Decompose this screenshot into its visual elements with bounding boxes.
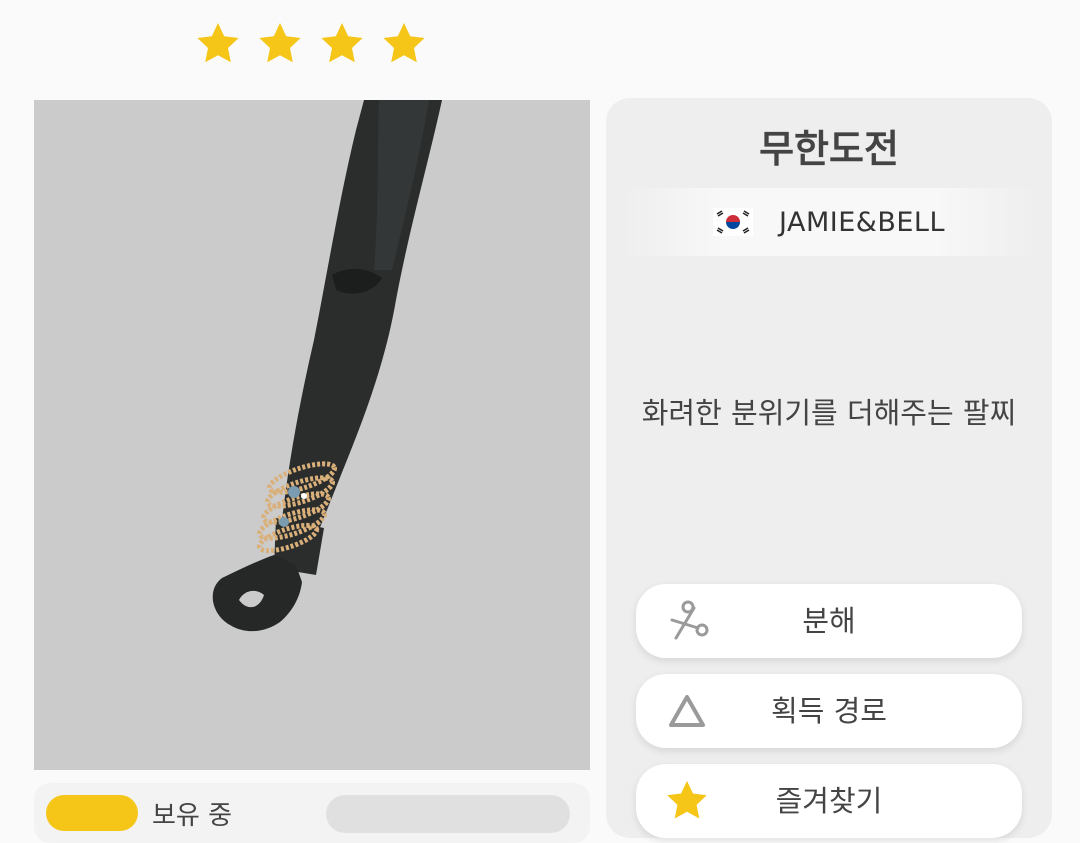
favorite-button[interactable]: 즐겨찾기 bbox=[636, 764, 1022, 838]
korea-flag-icon bbox=[713, 208, 753, 236]
favorite-label: 즐겨찾기 bbox=[775, 784, 883, 818]
item-title: 무한도전 bbox=[759, 127, 899, 171]
brand-name: JAMIE&BELL bbox=[779, 206, 945, 238]
disassemble-label: 분해 bbox=[802, 604, 856, 638]
acquisition-path-button[interactable]: 획득 경로 bbox=[636, 674, 1022, 748]
owned-label: 보유 중 bbox=[152, 801, 233, 831]
rating-stars bbox=[194, 20, 428, 68]
arm-bracelet-illustration bbox=[212, 100, 442, 632]
star-icon bbox=[321, 23, 363, 63]
star-icon bbox=[383, 23, 425, 63]
star-icon bbox=[197, 23, 239, 63]
quantity-pill[interactable] bbox=[326, 795, 570, 833]
acquisition-path-label: 획득 경로 bbox=[771, 694, 887, 728]
item-description: 화려한 분위기를 더해주는 팔찌 bbox=[641, 396, 1017, 430]
item-info-panel: 무한도전 JAMIE&BELL 화려한 분위기를 더해주는 팔찌 분해 획득 경… bbox=[606, 98, 1052, 838]
star-icon bbox=[259, 23, 301, 63]
brand-row: JAMIE&BELL bbox=[620, 188, 1038, 256]
item-preview bbox=[34, 100, 590, 770]
disassemble-button[interactable]: 분해 bbox=[636, 584, 1022, 658]
ownership-bar: 보유 중 bbox=[34, 783, 590, 843]
count-badge bbox=[46, 795, 138, 831]
